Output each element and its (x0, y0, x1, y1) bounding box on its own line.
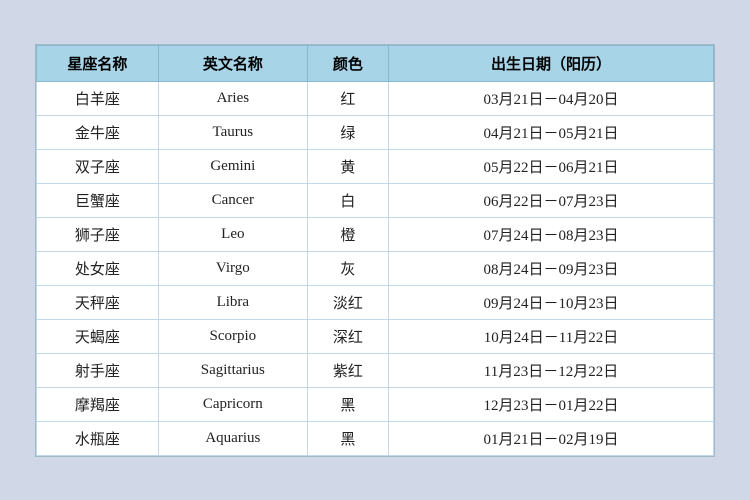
cell-zh: 狮子座 (37, 217, 159, 251)
cell-color: 绿 (307, 115, 388, 149)
table-row: 白羊座Aries红03月21日－04月20日 (37, 81, 714, 115)
cell-zh: 处女座 (37, 251, 159, 285)
table-row: 射手座Sagittarius紫红11月23日－12月22日 (37, 353, 714, 387)
cell-zh: 水瓶座 (37, 421, 159, 455)
cell-color: 白 (307, 183, 388, 217)
header-zh: 星座名称 (37, 45, 159, 81)
cell-color: 深红 (307, 319, 388, 353)
cell-date: 07月24日－08月23日 (389, 217, 714, 251)
cell-color: 灰 (307, 251, 388, 285)
cell-date: 01月21日－02月19日 (389, 421, 714, 455)
cell-color: 橙 (307, 217, 388, 251)
table-row: 天秤座Libra淡红09月24日－10月23日 (37, 285, 714, 319)
cell-date: 10月24日－11月22日 (389, 319, 714, 353)
cell-en: Aquarius (158, 421, 307, 455)
cell-en: Virgo (158, 251, 307, 285)
cell-en: Libra (158, 285, 307, 319)
zodiac-table-wrapper: 星座名称 英文名称 颜色 出生日期（阳历） 白羊座Aries红03月21日－04… (35, 44, 715, 457)
cell-zh: 双子座 (37, 149, 159, 183)
cell-en: Aries (158, 81, 307, 115)
cell-date: 05月22日－06月21日 (389, 149, 714, 183)
cell-en: Gemini (158, 149, 307, 183)
cell-en: Capricorn (158, 387, 307, 421)
table-row: 处女座Virgo灰08月24日－09月23日 (37, 251, 714, 285)
cell-date: 04月21日－05月21日 (389, 115, 714, 149)
cell-zh: 射手座 (37, 353, 159, 387)
cell-color: 黑 (307, 421, 388, 455)
cell-en: Scorpio (158, 319, 307, 353)
header-en: 英文名称 (158, 45, 307, 81)
cell-date: 08月24日－09月23日 (389, 251, 714, 285)
header-date: 出生日期（阳历） (389, 45, 714, 81)
cell-en: Taurus (158, 115, 307, 149)
cell-color: 黑 (307, 387, 388, 421)
cell-date: 03月21日－04月20日 (389, 81, 714, 115)
cell-date: 11月23日－12月22日 (389, 353, 714, 387)
cell-color: 淡红 (307, 285, 388, 319)
table-row: 金牛座Taurus绿04月21日－05月21日 (37, 115, 714, 149)
table-row: 巨蟹座Cancer白06月22日－07月23日 (37, 183, 714, 217)
cell-date: 12月23日－01月22日 (389, 387, 714, 421)
table-row: 狮子座Leo橙07月24日－08月23日 (37, 217, 714, 251)
cell-zh: 摩羯座 (37, 387, 159, 421)
cell-zh: 金牛座 (37, 115, 159, 149)
cell-date: 09月24日－10月23日 (389, 285, 714, 319)
table-row: 双子座Gemini黄05月22日－06月21日 (37, 149, 714, 183)
cell-en: Cancer (158, 183, 307, 217)
cell-zh: 巨蟹座 (37, 183, 159, 217)
table-row: 摩羯座Capricorn黑12月23日－01月22日 (37, 387, 714, 421)
cell-zh: 白羊座 (37, 81, 159, 115)
cell-zh: 天秤座 (37, 285, 159, 319)
table-row: 天蝎座Scorpio深红10月24日－11月22日 (37, 319, 714, 353)
zodiac-table: 星座名称 英文名称 颜色 出生日期（阳历） 白羊座Aries红03月21日－04… (36, 45, 714, 456)
cell-zh: 天蝎座 (37, 319, 159, 353)
cell-color: 红 (307, 81, 388, 115)
cell-en: Leo (158, 217, 307, 251)
cell-color: 紫红 (307, 353, 388, 387)
cell-color: 黄 (307, 149, 388, 183)
table-body: 白羊座Aries红03月21日－04月20日金牛座Taurus绿04月21日－0… (37, 81, 714, 455)
cell-en: Sagittarius (158, 353, 307, 387)
table-row: 水瓶座Aquarius黑01月21日－02月19日 (37, 421, 714, 455)
header-color: 颜色 (307, 45, 388, 81)
table-header-row: 星座名称 英文名称 颜色 出生日期（阳历） (37, 45, 714, 81)
cell-date: 06月22日－07月23日 (389, 183, 714, 217)
